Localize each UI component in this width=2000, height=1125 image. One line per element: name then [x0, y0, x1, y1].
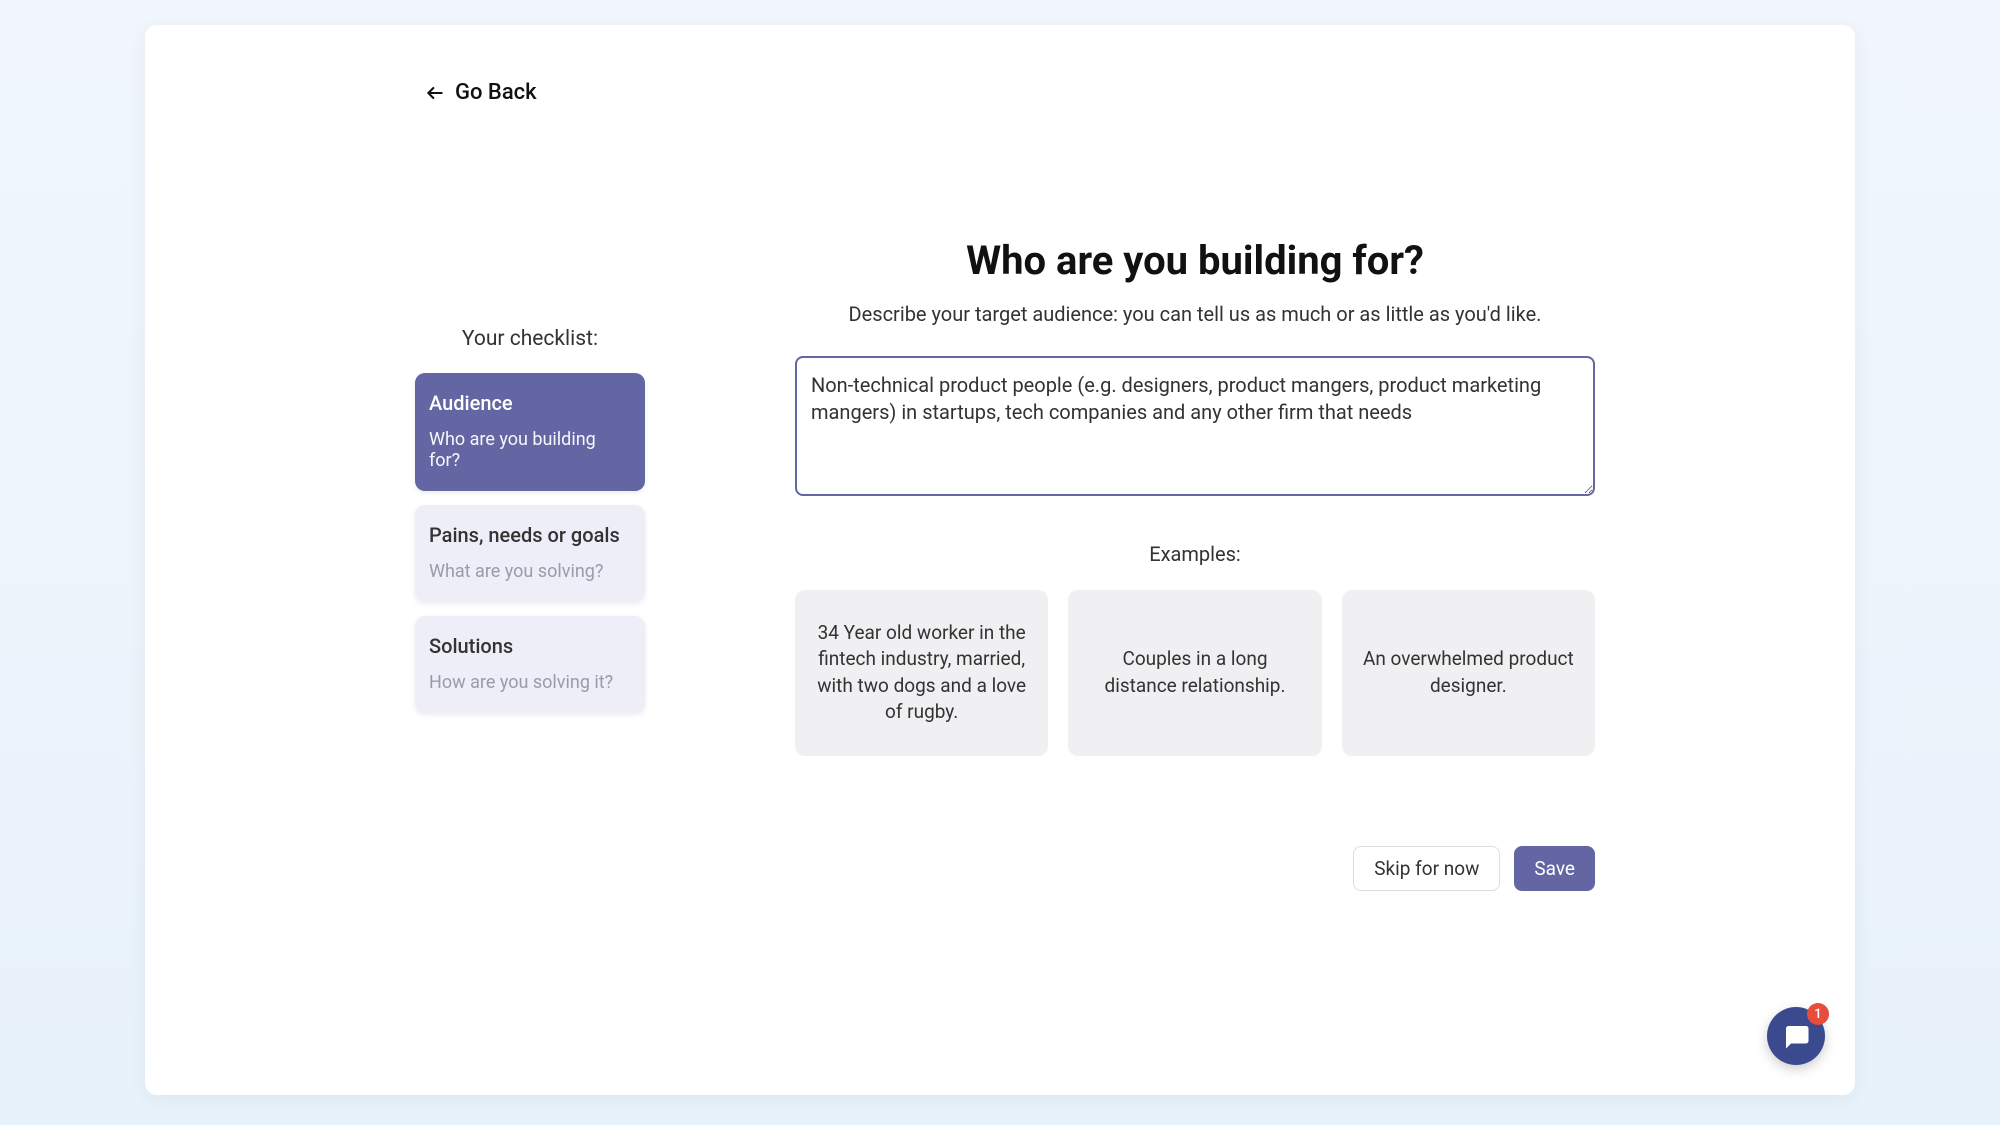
checklist-item-sub: What are you solving? — [429, 561, 631, 582]
skip-button[interactable]: Skip for now — [1353, 846, 1500, 891]
examples-row: 34 Year old worker in the fintech indust… — [795, 590, 1595, 756]
checklist-item-solutions[interactable]: Solutions How are you solving it? — [415, 616, 645, 713]
checklist-title: Your checklist: — [415, 327, 645, 351]
page-card: Go Back Your checklist: Audience Who are… — [145, 25, 1855, 1095]
audience-textarea[interactable] — [795, 356, 1595, 496]
checklist-item-sub: Who are you building for? — [429, 429, 631, 471]
example-card[interactable]: An overwhelmed product designer. — [1342, 590, 1595, 756]
checklist-item-title: Pains, needs or goals — [429, 523, 631, 547]
page-heading: Who are you building for? — [795, 237, 1595, 284]
actions-row: Skip for now Save — [795, 846, 1595, 891]
checklist-item-pains[interactable]: Pains, needs or goals What are you solvi… — [415, 505, 645, 602]
checklist-item-audience[interactable]: Audience Who are you building for? — [415, 373, 645, 491]
save-button[interactable]: Save — [1514, 846, 1595, 891]
chat-icon — [1781, 1021, 1811, 1051]
example-text: 34 Year old worker in the fintech indust… — [815, 620, 1028, 726]
example-card[interactable]: Couples in a long distance relationship. — [1068, 590, 1321, 756]
go-back-label: Go Back — [455, 80, 537, 105]
checklist-sidebar: Your checklist: Audience Who are you bui… — [415, 237, 645, 891]
example-text: Couples in a long distance relationship. — [1088, 646, 1301, 699]
page-subheading: Describe your target audience: you can t… — [795, 302, 1595, 326]
checklist-item-title: Solutions — [429, 634, 631, 658]
chat-badge: 1 — [1807, 1003, 1829, 1025]
go-back-button[interactable]: Go Back — [425, 80, 537, 105]
example-card[interactable]: 34 Year old worker in the fintech indust… — [795, 590, 1048, 756]
chat-widget-button[interactable]: 1 — [1767, 1007, 1825, 1065]
content-wrap: Your checklist: Audience Who are you bui… — [145, 237, 1855, 891]
checklist-item-title: Audience — [429, 391, 631, 415]
example-text: An overwhelmed product designer. — [1362, 646, 1575, 699]
main-panel: Who are you building for? Describe your … — [795, 237, 1595, 891]
checklist-item-sub: How are you solving it? — [429, 672, 631, 693]
arrow-left-icon — [425, 83, 445, 103]
examples-label: Examples: — [795, 542, 1595, 566]
